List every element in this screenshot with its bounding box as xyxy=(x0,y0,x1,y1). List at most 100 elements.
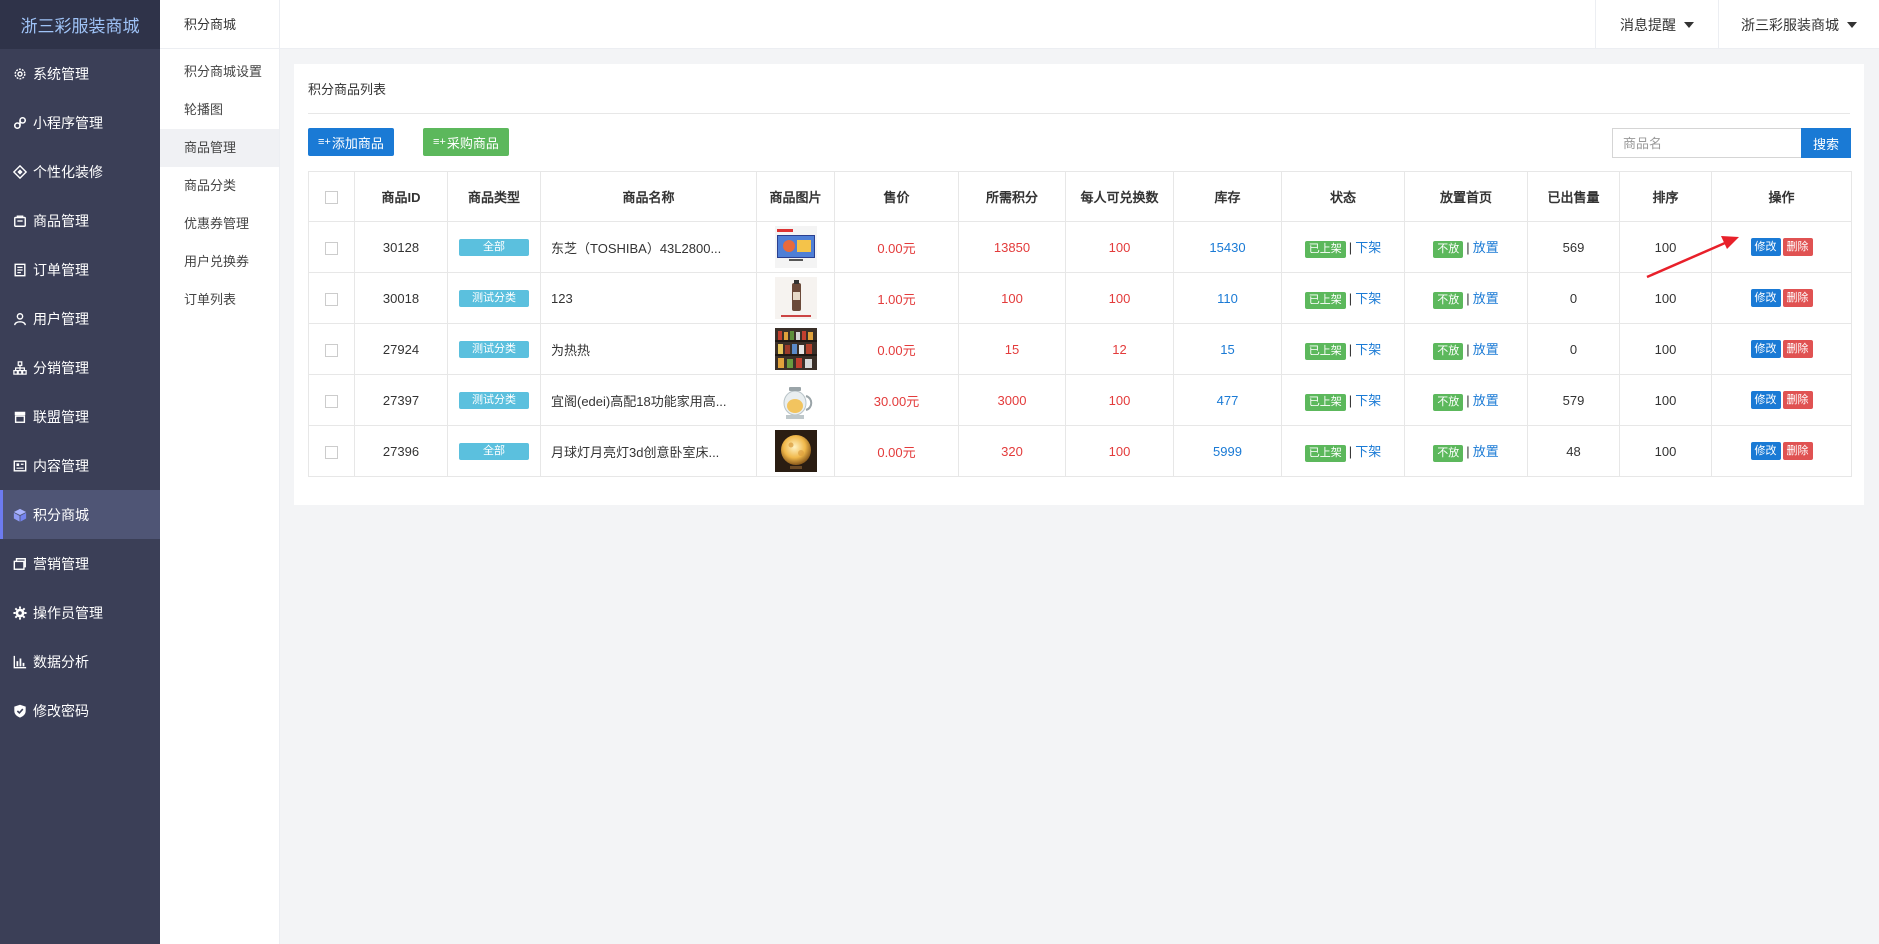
sort-order: 100 xyxy=(1619,425,1712,477)
required-points: 3000 xyxy=(958,374,1066,426)
place-home-link[interactable]: 放置 xyxy=(1473,342,1499,357)
product-type-cell: 测试分类 xyxy=(447,374,541,426)
product-list-panel: 积分商品列表 ≡+添加商品 ≡+采购商品 搜索 商品ID 商品类型 商品名称 商… xyxy=(294,64,1864,505)
home-cell: 不放 | 放置 xyxy=(1404,425,1528,477)
marketing-icon xyxy=(13,557,27,571)
row-select-cell xyxy=(308,323,355,375)
sort-order: 100 xyxy=(1619,374,1712,426)
row-checkbox[interactable] xyxy=(325,394,338,408)
submenu-item[interactable]: 商品分类 xyxy=(160,167,279,205)
submenu-item[interactable]: 用户兑换券 xyxy=(160,243,279,281)
store-dropdown[interactable]: 浙三彩服装商城 xyxy=(1718,0,1879,49)
sold-count: 0 xyxy=(1527,323,1620,375)
table-header-row: 商品ID 商品类型 商品名称 商品图片 售价 所需积分 每人可兑换数 库存 状态… xyxy=(308,171,1852,222)
nav-item[interactable]: 个性化装修 xyxy=(0,147,160,196)
home-badge: 不放 xyxy=(1433,240,1464,258)
nav-item-label: 小程序管理 xyxy=(33,114,103,131)
nav-item[interactable]: 积分商城 xyxy=(0,490,160,539)
status-badge: 已上架 xyxy=(1304,444,1346,462)
nav-item[interactable]: 商品管理 xyxy=(0,196,160,245)
nav-item[interactable]: 分销管理 xyxy=(0,343,160,392)
store-icon xyxy=(13,410,27,424)
row-checkbox[interactable] xyxy=(325,445,338,459)
product-id: 30128 xyxy=(354,221,448,273)
header-cell: 排序 xyxy=(1619,171,1712,222)
place-home-link[interactable]: 放置 xyxy=(1473,444,1499,459)
type-badge: 全部 xyxy=(459,239,529,256)
submenu-item[interactable]: 轮播图 xyxy=(160,91,279,129)
sort-order: 100 xyxy=(1619,323,1712,375)
per-user-limit: 100 xyxy=(1065,425,1174,477)
home-cell: 不放 | 放置 xyxy=(1404,323,1528,375)
nav-item[interactable]: 联盟管理 xyxy=(0,392,160,441)
brand-title[interactable]: 浙三彩服装商城 xyxy=(0,0,160,49)
submenu-item[interactable]: 积分商城设置 xyxy=(160,53,279,91)
row-checkbox[interactable] xyxy=(325,343,338,357)
nav-item[interactable]: 用户管理 xyxy=(0,294,160,343)
submenu-item[interactable]: 订单列表 xyxy=(160,281,279,319)
unlist-link[interactable]: 下架 xyxy=(1355,393,1381,408)
bar-chart-icon xyxy=(13,655,27,669)
search-input[interactable] xyxy=(1612,128,1802,158)
edit-button[interactable]: 修改 xyxy=(1750,391,1781,409)
row-checkbox[interactable] xyxy=(325,241,338,255)
edit-button[interactable]: 修改 xyxy=(1750,340,1781,358)
place-home-link[interactable]: 放置 xyxy=(1473,291,1499,306)
purchase-product-button[interactable]: ≡+ 采购商品 xyxy=(423,128,509,156)
product-name: 东芝（TOSHIBA）43L2800... xyxy=(540,221,757,273)
edit-button[interactable]: 修改 xyxy=(1750,238,1781,256)
document-icon xyxy=(13,263,27,277)
per-user-limit: 100 xyxy=(1065,272,1174,324)
nav-item[interactable]: 操作员管理 xyxy=(0,588,160,637)
delete-button[interactable]: 删除 xyxy=(1782,442,1813,460)
add-product-label: 添加商品 xyxy=(331,135,384,151)
unlist-link[interactable]: 下架 xyxy=(1355,240,1381,255)
nav-item[interactable]: 营销管理 xyxy=(0,539,160,588)
unlist-link[interactable]: 下架 xyxy=(1355,291,1381,306)
type-badge: 全部 xyxy=(459,443,529,460)
header-cell: 售价 xyxy=(834,171,959,222)
type-badge: 测试分类 xyxy=(459,341,529,358)
row-select-cell xyxy=(308,272,355,324)
nav-item[interactable]: 系统管理 xyxy=(0,49,160,98)
per-user-limit: 12 xyxy=(1065,323,1174,375)
delete-button[interactable]: 删除 xyxy=(1782,340,1813,358)
submenu-title: 积分商城 xyxy=(160,0,279,49)
product-id: 30018 xyxy=(354,272,448,324)
home-badge: 不放 xyxy=(1433,342,1464,360)
submenu-list: 积分商城设置 轮播图 商品管理 商品分类 优惠券管理 用户兑换券 订单列表 xyxy=(160,49,279,319)
nav-item[interactable]: 小程序管理 xyxy=(0,98,160,147)
product-id: 27924 xyxy=(354,323,448,375)
unlist-link[interactable]: 下架 xyxy=(1355,342,1381,357)
unlist-link[interactable]: 下架 xyxy=(1355,444,1381,459)
edit-button[interactable]: 修改 xyxy=(1750,442,1781,460)
shield-check-icon xyxy=(13,704,27,718)
add-product-button[interactable]: ≡+ 添加商品 xyxy=(308,128,394,156)
submenu-item[interactable]: 商品管理 xyxy=(160,129,279,167)
nav-item-label: 操作员管理 xyxy=(33,604,103,621)
nav-item-label: 个性化装修 xyxy=(33,163,103,180)
row-select-cell xyxy=(308,374,355,426)
bag-icon xyxy=(13,214,27,228)
notifications-dropdown[interactable]: 消息提醒 xyxy=(1595,0,1718,49)
place-home-link[interactable]: 放置 xyxy=(1473,393,1499,408)
delete-button[interactable]: 删除 xyxy=(1782,238,1813,256)
product-thumbnail xyxy=(774,277,817,319)
header-cell: 状态 xyxy=(1281,171,1405,222)
delete-button[interactable]: 删除 xyxy=(1782,391,1813,409)
nav-item[interactable]: 修改密码 xyxy=(0,686,160,735)
delete-button[interactable]: 删除 xyxy=(1782,289,1813,307)
place-home-link[interactable]: 放置 xyxy=(1473,240,1499,255)
nav-item[interactable]: 订单管理 xyxy=(0,245,160,294)
product-table: 商品ID 商品类型 商品名称 商品图片 售价 所需积分 每人可兑换数 库存 状态… xyxy=(308,171,1852,477)
row-checkbox[interactable] xyxy=(325,292,338,306)
required-points: 100 xyxy=(958,272,1066,324)
sidebar: 浙三彩服装商城 系统管理小程序管理个性化装修商品管理 订单管理 用户管理 分销管理 联盟… xyxy=(0,0,160,944)
select-all-checkbox[interactable] xyxy=(325,191,338,205)
search-button[interactable]: 搜索 xyxy=(1801,128,1851,158)
nav-item[interactable]: 内容管理 xyxy=(0,441,160,490)
status-cell: 已上架 | 下架 xyxy=(1281,221,1405,273)
nav-item[interactable]: 数据分析 xyxy=(0,637,160,686)
edit-button[interactable]: 修改 xyxy=(1750,289,1781,307)
submenu-item[interactable]: 优惠券管理 xyxy=(160,205,279,243)
